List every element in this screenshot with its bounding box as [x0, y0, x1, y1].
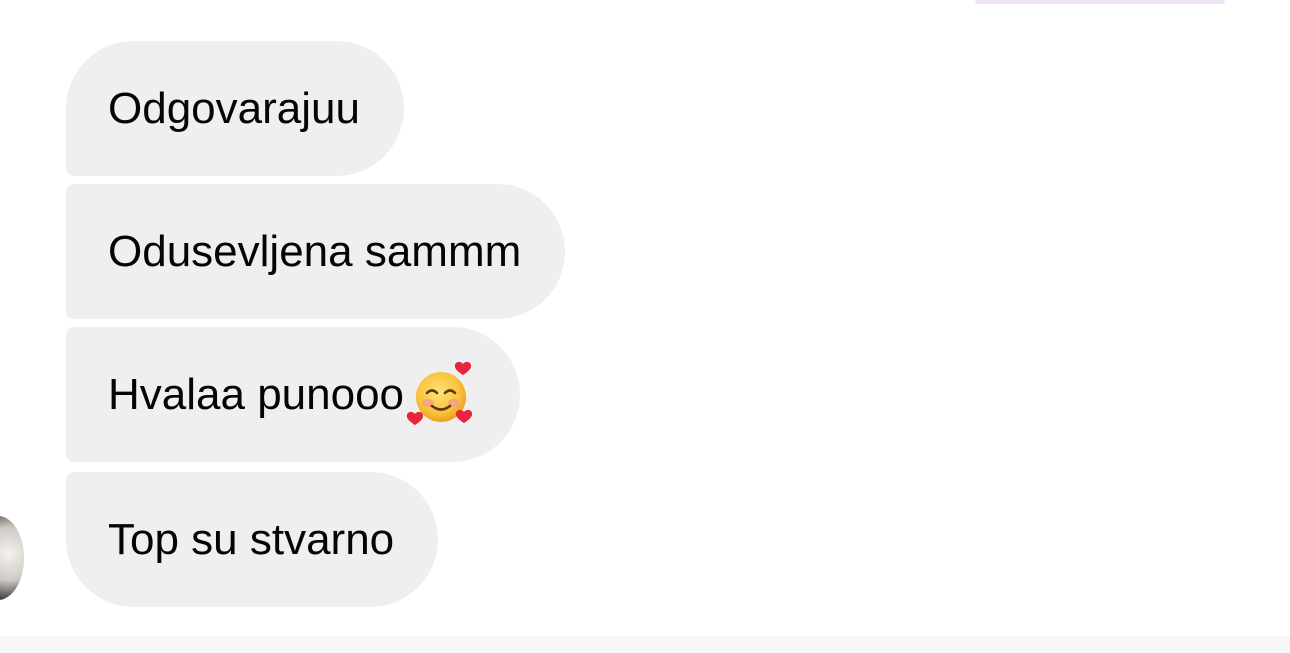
smiling-face-with-hearts-icon — [406, 360, 476, 430]
composer-area-edge — [0, 636, 1290, 653]
message-text: Hvalaa punooo — [108, 369, 405, 419]
top-edge-strip — [975, 0, 1225, 4]
message-bubble[interactable]: Odusevljena sammm — [66, 184, 566, 319]
message-text: Odusevljena sammm — [108, 226, 522, 276]
sender-avatar[interactable] — [0, 516, 24, 600]
message-text: Top su stvarno — [108, 514, 395, 564]
message-text: Odgovarajuu — [108, 83, 360, 133]
message-bubble[interactable]: Hvalaa punooo — [66, 327, 521, 462]
message-bubble[interactable]: Top su stvarno — [66, 472, 439, 607]
message-bubble[interactable]: Odgovarajuu — [66, 41, 404, 176]
